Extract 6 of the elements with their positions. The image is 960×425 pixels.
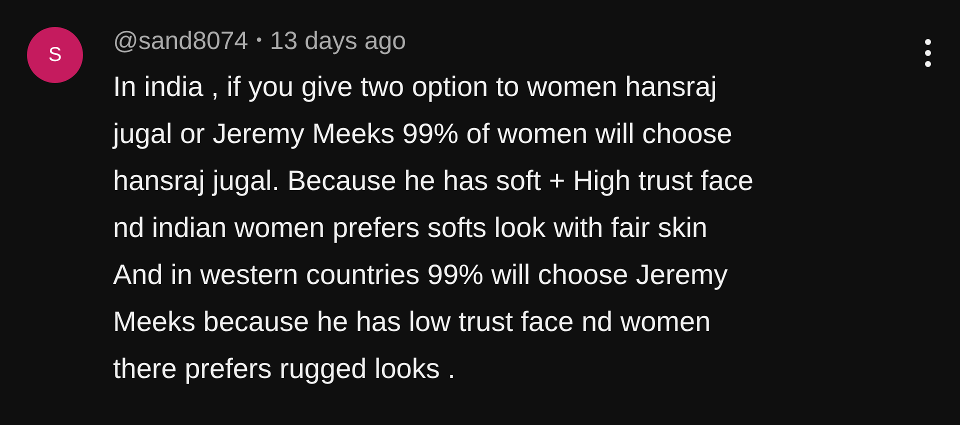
comment-text: In india , if you give two option to women hansraj jugal or Jeremy Meeks 99% of women will choose hansraj jugal. Because he has soft + High trust face nd indian women prefers softs look with fair skin And in western countries 99% will choose Jeremy Meeks because he has low trust face nd women there prefers rugged looks . <box>113 70 754 386</box>
author-handle[interactable]: @sand8074 <box>113 24 248 58</box>
more-options-icon[interactable] <box>924 38 932 68</box>
avatar[interactable]: S <box>27 27 83 83</box>
separator: • <box>256 31 262 51</box>
timestamp[interactable]: 13 days ago <box>270 24 406 58</box>
